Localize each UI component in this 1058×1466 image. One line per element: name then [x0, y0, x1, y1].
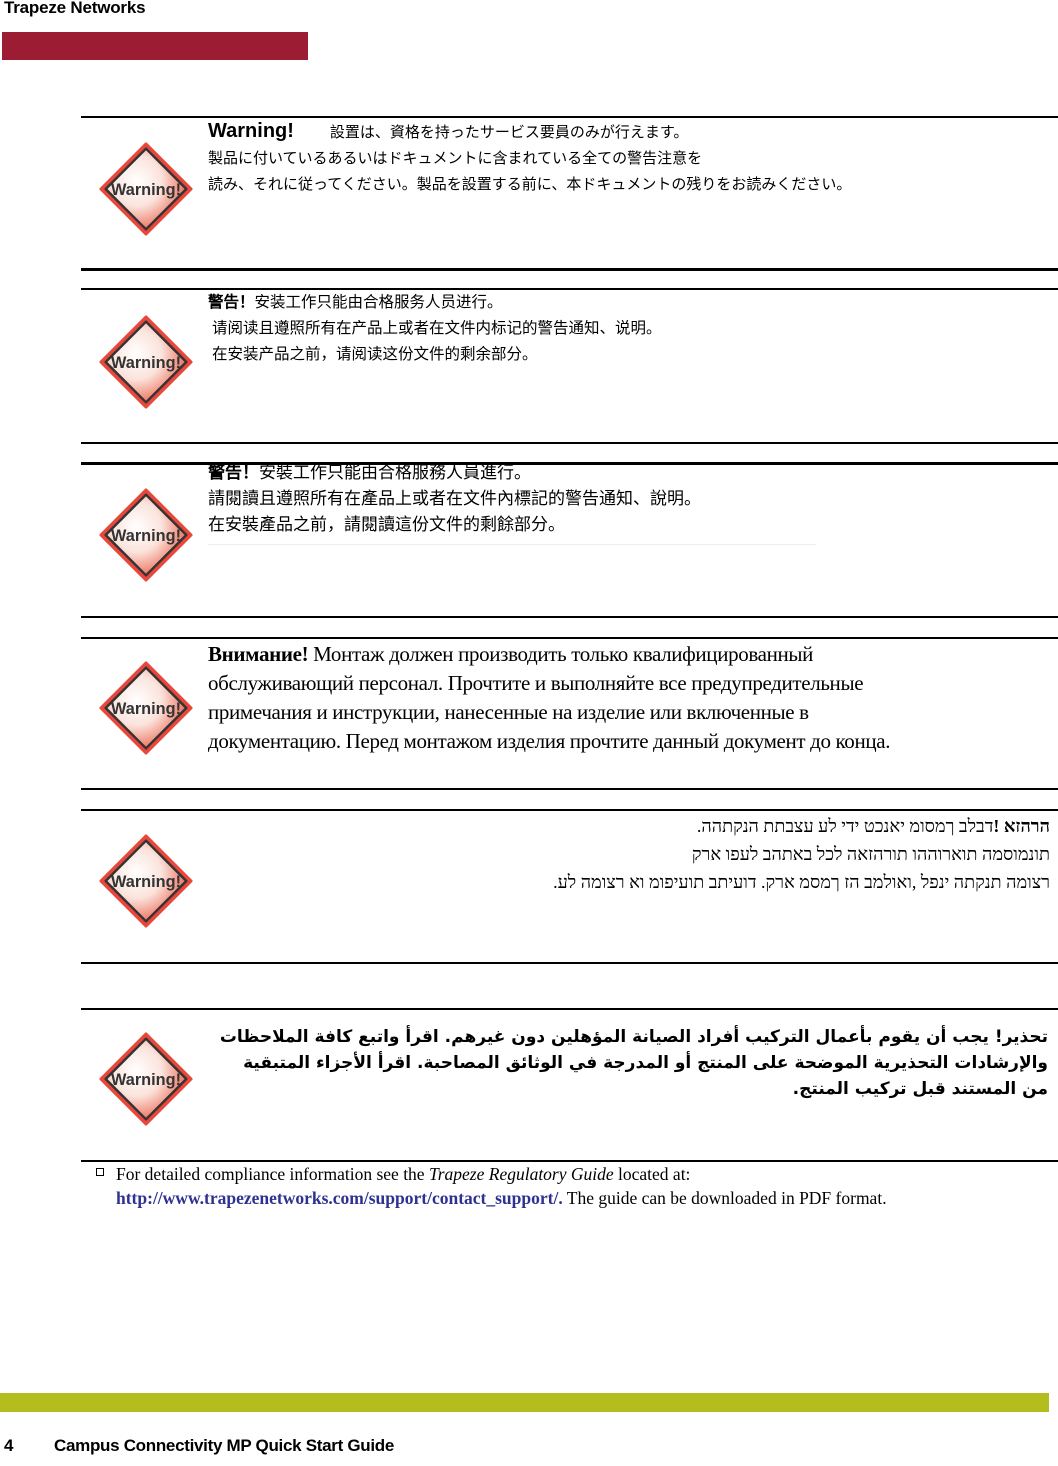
warning-line: 製品に付いているあるいはドキュメントに含まれている全ての警告注意を — [208, 149, 703, 167]
warning-line: 在安裝產品之前，請閱讀這份文件的剩餘部分。 — [208, 515, 565, 535]
compliance-note: For detailed compliance information see … — [96, 1162, 1056, 1210]
warning-title: הרהזא ! — [993, 816, 1050, 836]
warning-line: 設置は、資格を持ったサービス要員のみが行えます。 — [329, 123, 689, 141]
warning-line: 読み、それに従ってください。製品を設置する前に、本ドキュメントの残りをお読みくだ… — [208, 175, 852, 193]
warning-diamond-icon: Warning! — [98, 487, 194, 583]
warning-line: 安裝工作只能由合格服務人員進行。 — [259, 463, 531, 483]
warning-line: תונמוסמה תוארוההו תורהזאה לכל באתהב לעפו… — [691, 844, 1050, 864]
divider — [81, 1008, 1058, 1010]
warning-chinese-simplified: 警告！安装工作只能由合格服务人员进行。 请阅读且遵照所有在产品上或者在文件内标记… — [208, 289, 662, 367]
svg-text:Warning!: Warning! — [111, 181, 181, 199]
header-brand: Trapeze Networks — [4, 0, 146, 17]
warning-line: 請閱讀且遵照所有在產品上或者在文件內標記的警告通知、說明。 — [208, 489, 701, 509]
divider — [81, 962, 1058, 964]
warning-line: 在安装产品之前，请阅读这份文件的剩余部分。 — [212, 345, 538, 363]
svg-text:Warning!: Warning! — [111, 1071, 181, 1089]
note-text: For detailed compliance information see … — [116, 1164, 429, 1184]
warning-diamond-icon: Warning! — [98, 660, 194, 756]
divider — [81, 809, 1058, 811]
footer-color-bar — [0, 1393, 1049, 1412]
warning-line: Монтаж должен производить только квалифи… — [308, 642, 814, 666]
warning-line: דבלב ךמסומ יאנכט ידי לע עצבתת הנקתהה. — [696, 816, 994, 836]
warning-diamond-icon: Warning! — [98, 314, 194, 410]
page-number: 4 — [4, 1436, 14, 1455]
warning-diamond-icon: Warning! — [98, 1031, 194, 1127]
divider — [81, 268, 1058, 271]
checkbox-bullet-icon — [96, 1168, 104, 1176]
svg-text:Warning!: Warning! — [111, 700, 181, 718]
warning-japanese: Warning! 設置は、資格を持ったサービス要員のみが行えます。 製品に付いてい… — [208, 118, 851, 197]
warning-arabic: تحذير! يجب أن يقوم بأعمال التركيب أفراد … — [219, 1027, 1048, 1099]
warning-title: Внимание! — [208, 642, 309, 666]
support-link[interactable]: http://www.trapezenetworks.com/support/c… — [116, 1188, 563, 1208]
warning-chinese-traditional: 警告！安裝工作只能由合格服務人員進行。 請閱讀且遵照所有在產品上或者在文件內標記… — [208, 460, 816, 545]
divider — [81, 616, 1058, 618]
warning-line: документацию. Перед монтажом изделия про… — [208, 729, 891, 753]
warning-line: 请阅读且遵照所有在产品上或者在文件内标记的警告通知、说明。 — [212, 319, 662, 337]
warning-line: רצומה תנקתה ינפל ,ואולמב הז ךמסמ ארק. דו… — [553, 872, 1050, 892]
warning-line: примечания и инструкции, нанесенные на и… — [208, 700, 809, 724]
svg-text:Warning!: Warning! — [111, 873, 181, 891]
warning-hebrew: הרהזא !דבלב ךמסומ יאנכט ידי לע עצבתת הנק… — [553, 812, 1050, 896]
warning-line: 安装工作只能由合格服务人员进行。 — [254, 293, 503, 311]
svg-text:Warning!: Warning! — [111, 527, 181, 545]
warning-title: 警告！ — [208, 463, 259, 483]
divider — [81, 442, 1058, 444]
header-color-bar — [2, 32, 308, 60]
svg-text:Warning!: Warning! — [111, 354, 181, 372]
document-title: Campus Connectivity MP Quick Start Guide — [54, 1436, 395, 1455]
divider — [81, 637, 1058, 639]
warning-diamond-icon: Warning! — [98, 833, 194, 929]
warning-title: 警告！ — [208, 293, 255, 311]
note-text: The guide can be downloaded in PDF forma… — [562, 1188, 887, 1208]
warning-diamond-icon: Warning! — [98, 141, 194, 237]
warning-line: обслуживающий персонал. Прочтите и выпол… — [208, 671, 864, 695]
warning-title: Warning! — [208, 120, 294, 142]
divider — [81, 788, 1058, 790]
guide-name: Trapeze Regulatory Guide — [428, 1164, 614, 1184]
note-text: located at: — [613, 1164, 691, 1184]
warning-russian: Внимание! Монтаж должен производить толь… — [208, 640, 890, 756]
